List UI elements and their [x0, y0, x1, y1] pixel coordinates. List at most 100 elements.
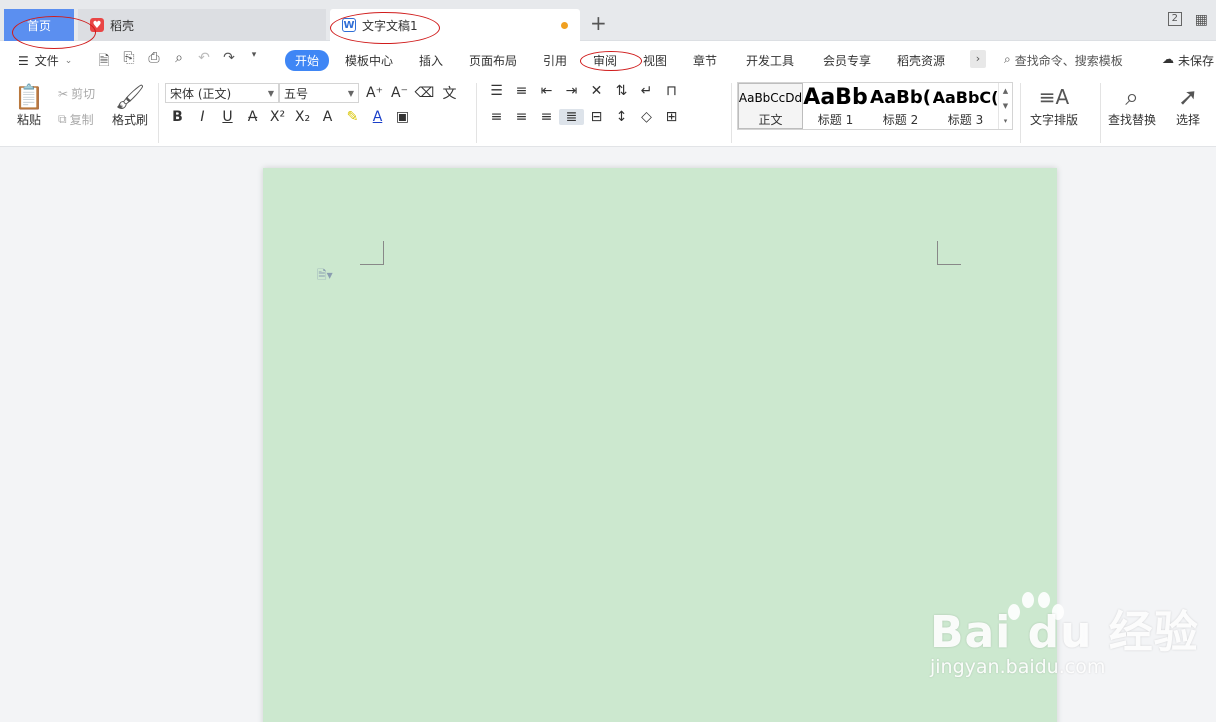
text-layout-icon: ≡A	[1038, 85, 1070, 109]
copy-label: 复制	[69, 113, 94, 127]
tab-developer[interactable]: 开发工具	[746, 52, 794, 69]
tab-review[interactable]: 审阅	[593, 52, 617, 69]
font-name-select[interactable]: 宋体 (正文) ▼	[165, 83, 279, 103]
add-tab-button[interactable]: +	[590, 13, 607, 33]
scroll-up-icon[interactable]: ▲	[1003, 87, 1008, 95]
font-size-tools: A⁺ A⁻ ⌫ 文	[362, 83, 462, 103]
window-count-button[interactable]: 2	[1167, 12, 1182, 26]
styles-scroll[interactable]: ▲ ▼ ▾	[998, 83, 1012, 129]
grow-font-icon[interactable]: A⁺	[362, 85, 387, 101]
italic-icon[interactable]: I	[190, 109, 215, 125]
tab-daoke-label: 稻壳	[110, 18, 135, 33]
style-normal[interactable]: AaBbCcDd 正文	[738, 83, 803, 129]
line-spacing-icon[interactable]: ↕	[609, 109, 634, 125]
tab-references[interactable]: 引用	[543, 52, 567, 69]
align-center-icon[interactable]: ≡	[509, 109, 534, 125]
superscript-icon[interactable]: X²	[265, 109, 290, 125]
font-size-select[interactable]: 五号 ▼	[279, 83, 359, 103]
paragraph-options-icon[interactable]: 🗎▾	[317, 266, 333, 287]
subscript-icon[interactable]: X₂	[290, 109, 315, 125]
print-icon[interactable]: ⎙	[146, 50, 162, 74]
strikethrough-icon[interactable]: A̶	[240, 109, 265, 125]
tab-home[interactable]: 首页	[4, 9, 74, 41]
group-divider	[476, 83, 477, 143]
redo-icon[interactable]: ↷	[221, 50, 237, 74]
char-border-icon[interactable]: ▣	[390, 109, 415, 125]
justify-icon[interactable]: ≣	[559, 109, 584, 125]
phonetic-icon[interactable]: 文	[437, 83, 462, 103]
scroll-down-icon[interactable]: ▼	[1003, 102, 1008, 110]
cut-label: 剪切	[71, 87, 96, 101]
more-tabs-button[interactable]: ›	[970, 50, 986, 68]
magnifier-icon: ⌕	[1125, 83, 1139, 111]
select-label: 选择	[1176, 113, 1201, 127]
app-grid-icon[interactable]: ▦	[1195, 12, 1208, 28]
chinese-layout-icon[interactable]: ✕	[584, 83, 609, 99]
highlight-icon[interactable]: ✎	[340, 109, 365, 125]
show-marks-icon[interactable]: ↵	[634, 83, 659, 99]
text-effect-icon[interactable]: A	[315, 109, 340, 125]
align-right-icon[interactable]: ≡	[534, 109, 559, 125]
paste-button[interactable]: 📋 粘贴	[14, 83, 44, 128]
decrease-indent-icon[interactable]: ⇤	[534, 83, 559, 99]
cut-button[interactable]: ✂ 剪切	[58, 85, 95, 102]
undo-icon[interactable]: ↶	[196, 50, 212, 74]
export-pdf-icon[interactable]: ⎘	[121, 50, 137, 74]
underline-icon[interactable]: U	[215, 109, 240, 125]
tab-daoke[interactable]: ♥ 稻壳	[78, 9, 326, 41]
margin-corner-top-right	[937, 241, 961, 265]
tab-document[interactable]: W 文字文稿1	[330, 9, 580, 41]
bold-icon[interactable]: B	[165, 109, 190, 125]
baidu-watermark: Bai du 经验 jingyan.baidu.com	[930, 596, 1199, 678]
borders-icon[interactable]: ⊞	[659, 109, 684, 125]
bullet-list-icon[interactable]: ☰	[484, 83, 509, 99]
cloud-save-status[interactable]: ☁ 未保存	[1162, 52, 1214, 69]
file-menu[interactable]: ☰ 文件 ⌄	[18, 52, 72, 69]
style-heading-2[interactable]: AaBb( 标题 2	[868, 83, 933, 129]
hamburger-icon: ☰	[18, 53, 29, 68]
style-heading-3[interactable]: AaBbC( 标题 3	[933, 83, 998, 129]
style-heading-3-label: 标题 3	[947, 112, 984, 127]
list-tools: ☰ ≡ ⇤ ⇥ ✕ ⇅ ↵ ⊓	[484, 83, 684, 99]
copy-button[interactable]: ⧉ 复制	[58, 111, 94, 128]
clipboard-icon: 📋	[14, 83, 44, 111]
chevron-down-icon: ▼	[347, 88, 354, 98]
text-layout-button[interactable]: ≡A 文字排版	[1030, 83, 1078, 128]
tab-stops-icon[interactable]: ⊓	[659, 83, 684, 99]
numbered-list-icon[interactable]: ≡	[509, 83, 534, 99]
tab-view[interactable]: 视图	[643, 52, 667, 69]
style-heading-1[interactable]: AaBb 标题 1	[803, 83, 868, 129]
tab-chapter[interactable]: 章节	[693, 52, 717, 69]
command-search-label: 查找命令、搜索模板	[1014, 54, 1123, 68]
sort-icon[interactable]: ⇅	[609, 83, 634, 99]
command-search[interactable]: ⌕ 查找命令、搜索模板	[1004, 52, 1123, 69]
select-button[interactable]: ➚ 选择	[1176, 83, 1200, 128]
tab-member[interactable]: 会员专享	[823, 52, 871, 69]
format-painter-button[interactable]: 🖌 格式刷	[112, 83, 148, 128]
print-preview-icon[interactable]: ⌕	[171, 50, 187, 74]
save-icon[interactable]: 🗎	[96, 50, 112, 74]
tab-page-layout[interactable]: 页面布局	[469, 52, 517, 69]
tab-daoke-resources[interactable]: 稻壳资源	[897, 52, 945, 69]
font-color-icon[interactable]: A	[365, 109, 390, 125]
find-replace-button[interactable]: ⌕ 查找替换	[1108, 83, 1156, 128]
styles-gallery: AaBbCcDd 正文 AaBb 标题 1 AaBb( 标题 2 AaBbC( …	[737, 82, 1013, 130]
distribute-icon[interactable]: ⊟	[584, 109, 609, 125]
ribbon-toolbar: 📋 粘贴 ✂ 剪切 ⧉ 复制 🖌 格式刷 宋体 (正文) ▼ 五号 ▼ A⁺ A⁻ ⌫ …	[0, 79, 1216, 147]
style-heading-1-preview: AaBb	[803, 84, 868, 110]
clear-format-icon[interactable]: ⌫	[412, 85, 437, 101]
tab-template-center[interactable]: 模板中心	[345, 52, 393, 69]
customize-icon[interactable]: ▾	[246, 50, 262, 74]
font-name-value: 宋体 (正文)	[170, 86, 232, 101]
shading-icon[interactable]: ◇	[634, 109, 659, 125]
align-left-icon[interactable]: ≡	[484, 109, 509, 125]
margin-corner-top-left	[360, 241, 384, 265]
shrink-font-icon[interactable]: A⁻	[387, 85, 412, 101]
increase-indent-icon[interactable]: ⇥	[559, 83, 584, 99]
font-style-tools: B I U A̶ X² X₂ A ✎ A ▣	[165, 109, 415, 125]
unsaved-label: 未保存	[1178, 54, 1215, 68]
tab-start[interactable]: 开始	[285, 50, 330, 71]
more-styles-icon[interactable]: ▾	[1004, 117, 1008, 125]
brush-icon: 🖌	[114, 83, 146, 111]
tab-insert[interactable]: 插入	[419, 52, 443, 69]
